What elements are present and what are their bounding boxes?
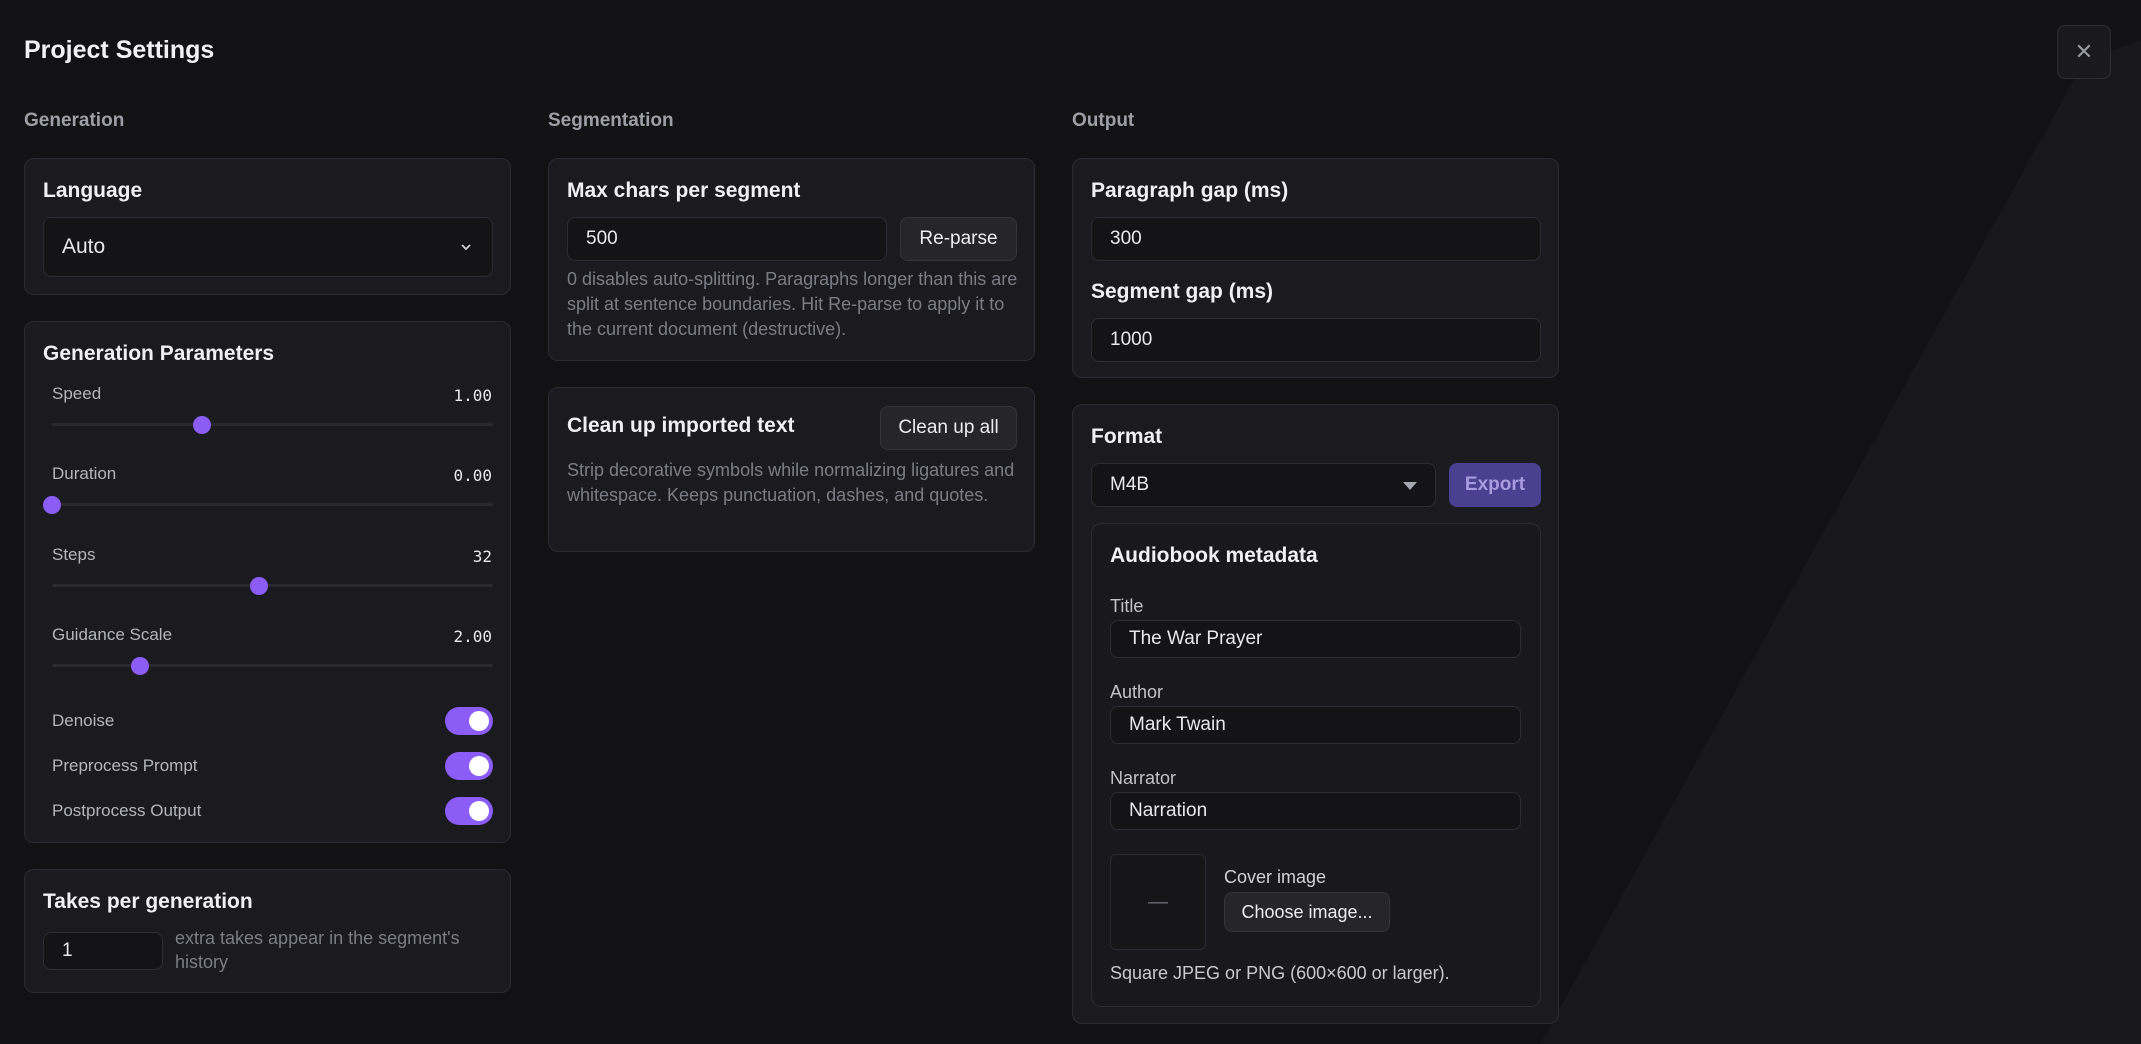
max-chars-help: 0 disables auto-splitting. Paragraphs lo… <box>567 269 1018 339</box>
slider-label: Steps <box>52 545 96 564</box>
author-label: Author <box>1110 682 1164 702</box>
slider-track[interactable] <box>52 584 493 587</box>
narrator-input[interactable]: Narration <box>1110 792 1521 830</box>
segment-gap-input[interactable]: 1000 <box>1091 318 1541 362</box>
format-select[interactable]: M4B <box>1091 463 1436 507</box>
slider-label: Duration <box>52 464 117 483</box>
title-label: Title <box>1110 596 1144 616</box>
language-value: Auto <box>62 235 106 258</box>
takes-input[interactable]: 1 <box>43 932 163 970</box>
reparse-button[interactable]: Re-parse <box>900 217 1017 261</box>
author-input[interactable]: Mark Twain <box>1110 706 1521 744</box>
audiobook-metadata-card: Audiobook metadata Title The War Prayer … <box>1091 523 1541 1007</box>
export-button[interactable]: Export <box>1449 463 1541 507</box>
slider-thumb[interactable] <box>250 577 269 595</box>
toggle-label: Preprocess Prompt <box>52 756 198 775</box>
max-chars-input[interactable]: 500 <box>567 217 887 261</box>
toggle-knob <box>469 711 489 731</box>
language-card: Language Auto <box>24 158 511 295</box>
slider-value: 2.00 <box>453 627 492 646</box>
page-title: Project Settings <box>24 36 215 64</box>
takes-title: Takes per generation <box>43 890 253 913</box>
cleanup-all-button[interactable]: Clean up all <box>880 406 1017 450</box>
slider-thumb[interactable] <box>192 416 211 434</box>
slider-value: 1.00 <box>453 386 492 405</box>
gaps-card: Paragraph gap (ms) 300 Segment gap (ms) … <box>1072 158 1559 378</box>
caret-down-icon <box>1403 482 1417 490</box>
cover-image-label: Cover image <box>1224 867 1327 887</box>
paragraph-gap-label: Paragraph gap (ms) <box>1091 179 1289 202</box>
slider-label: Speed <box>52 384 102 403</box>
format-value: M4B <box>1110 474 1150 495</box>
slider-track[interactable] <box>52 503 493 506</box>
toggle-knob <box>469 756 489 776</box>
choose-image-button[interactable]: Choose image... <box>1224 892 1390 932</box>
toggle-switch[interactable] <box>445 797 493 825</box>
cover-image-help: Square JPEG or PNG (600×600 or larger). <box>1110 963 1450 983</box>
close-button[interactable]: ✕ <box>2057 25 2111 79</box>
slider-label: Guidance Scale <box>52 625 173 644</box>
title-input[interactable]: The War Prayer <box>1110 620 1521 658</box>
slider-value: 32 <box>472 547 492 566</box>
close-icon: ✕ <box>2074 39 2094 64</box>
output-heading: Output <box>1072 110 1135 131</box>
toggle-label: Denoise <box>52 711 115 730</box>
takes-help: extra takes appear in the segment's hist… <box>175 928 460 972</box>
cleanup-help: Strip decorative symbols while normalizi… <box>567 460 1015 505</box>
generation-parameters-card: Generation Parameters Speed 1.00 Duration 0… <box>24 321 511 843</box>
slider-thumb[interactable] <box>43 496 61 514</box>
paragraph-gap-input[interactable]: 300 <box>1091 217 1541 261</box>
toggle-label: Postprocess Output <box>52 801 202 820</box>
chevron-down-icon <box>461 244 471 251</box>
segmentation-heading: Segmentation <box>548 110 674 131</box>
toggle-switch[interactable] <box>445 707 493 735</box>
slider-thumb[interactable] <box>131 657 150 675</box>
format-title: Format <box>1091 425 1163 448</box>
segment-gap-label: Segment gap (ms) <box>1091 280 1274 303</box>
cover-image-placeholder[interactable]: — <box>1110 854 1206 950</box>
toggle-switch[interactable] <box>445 752 493 780</box>
generation-parameters-title: Generation Parameters <box>43 342 275 365</box>
toggle-knob <box>469 801 489 821</box>
generation-heading: Generation <box>24 110 125 131</box>
narrator-label: Narrator <box>1110 768 1177 788</box>
slider-track[interactable] <box>52 423 493 426</box>
takes-card: Takes per generation 1 extra takes appea… <box>24 869 511 993</box>
slider-value: 0.00 <box>453 466 492 485</box>
language-select[interactable]: Auto <box>43 217 493 277</box>
max-chars-title: Max chars per segment <box>567 179 801 202</box>
format-card: Format M4B Export Audiobook metadata Tit… <box>1072 404 1559 1024</box>
cleanup-card: Clean up imported text Clean up all Stri… <box>548 387 1035 552</box>
metadata-title: Audiobook metadata <box>1110 544 1318 567</box>
language-title: Language <box>43 179 143 202</box>
max-chars-card: Max chars per segment 500 Re-parse 0 dis… <box>548 158 1035 361</box>
slider-track[interactable] <box>52 664 493 667</box>
cleanup-title: Clean up imported text <box>567 414 795 437</box>
